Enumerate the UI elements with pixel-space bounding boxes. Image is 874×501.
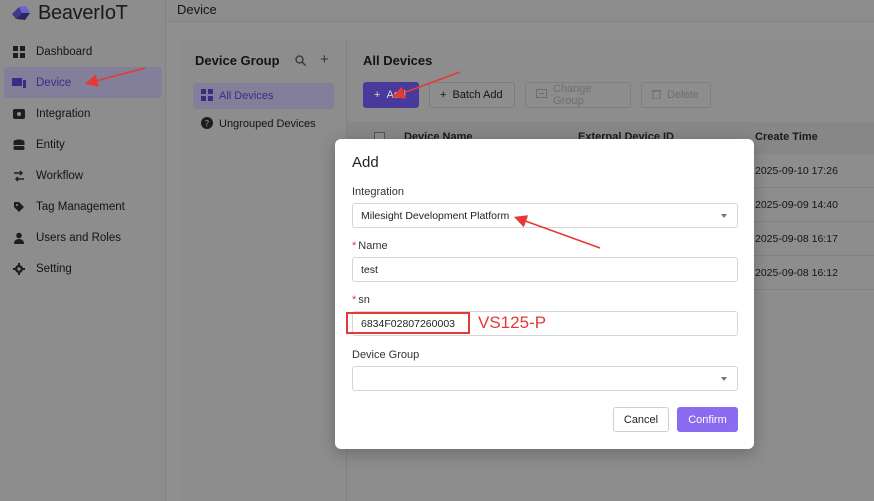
integration-icon: [12, 107, 26, 121]
sidebar: BeaverIoT Dashboard Device Integration E…: [0, 0, 166, 501]
name-value: test: [361, 263, 378, 276]
device-group-label: Device Group: [352, 349, 420, 361]
batch-add-button[interactable]: + Batch Add: [429, 82, 515, 108]
add-button-label: Add: [386, 89, 407, 101]
required-mark: *: [352, 294, 357, 306]
app-name: BeaverIoT: [38, 1, 128, 24]
name-label: * Name: [352, 240, 388, 252]
create-time-cell: 2025-09-10 17:26: [755, 165, 838, 177]
device-group-select[interactable]: [352, 366, 738, 391]
sidebar-item-device[interactable]: Device: [4, 67, 162, 98]
cancel-button[interactable]: Cancel: [613, 407, 669, 432]
sidebar-item-label: Dashboard: [36, 45, 93, 58]
all-devices-title: All Devices: [363, 53, 433, 68]
sidebar-item-label: Tag Management: [36, 200, 125, 213]
annotation-highlight-box: [346, 312, 470, 334]
add-group-icon[interactable]: +: [320, 51, 329, 68]
create-time-cell: 2025-09-08 16:17: [755, 233, 838, 245]
tag-icon: [12, 200, 26, 214]
page-header: Device: [166, 0, 874, 22]
device-group-title: Device Group: [195, 53, 280, 68]
create-time-cell: 2025-09-09 14:40: [755, 199, 838, 211]
sidebar-item-label: Entity: [36, 138, 65, 151]
device-group-panel: Device Group + All Devices ? Ungrouped D…: [181, 40, 347, 501]
svg-text:?: ?: [205, 119, 210, 129]
logo[interactable]: BeaverIoT: [10, 0, 128, 26]
sidebar-item-label: Device: [36, 76, 72, 89]
sidebar-item-workflow[interactable]: Workflow: [4, 160, 162, 191]
change-group-label: Change Group: [553, 83, 592, 107]
sidebar-item-setting[interactable]: Setting: [4, 253, 162, 284]
sn-label-text: sn: [358, 294, 370, 306]
modal-title: Add: [352, 154, 379, 171]
group-item-ungrouped-devices[interactable]: ? Ungrouped Devices: [193, 111, 334, 137]
sidebar-item-tag-management[interactable]: Tag Management: [4, 191, 162, 222]
folder-icon: [536, 89, 547, 101]
plus-icon: +: [374, 89, 381, 101]
name-label-text: Name: [358, 240, 388, 252]
page-title: Device: [177, 2, 217, 17]
name-input[interactable]: test: [352, 257, 738, 282]
sidebar-item-dashboard[interactable]: Dashboard: [4, 36, 162, 67]
annotation-label: VS125-P: [478, 313, 547, 332]
chevron-down-icon: [721, 214, 727, 218]
add-button[interactable]: + Add: [363, 82, 419, 108]
add-device-modal: Add Integration Milesight Development Pl…: [335, 139, 754, 449]
trash-icon: [652, 89, 661, 102]
workflow-icon: [12, 169, 26, 183]
dashboard-icon: [12, 45, 26, 59]
delete-button[interactable]: Delete: [641, 82, 711, 108]
sidebar-item-integration[interactable]: Integration: [4, 98, 162, 129]
create-time-cell: 2025-09-08 16:12: [755, 267, 838, 279]
sn-label: * sn: [352, 294, 370, 306]
grid-icon: [201, 88, 213, 104]
column-create-time[interactable]: Create Time: [755, 131, 818, 143]
gear-icon: [12, 262, 26, 276]
device-icon: [12, 76, 26, 90]
sidebar-item-label: Users and Roles: [36, 231, 122, 244]
sidebar-item-label: Workflow: [36, 169, 84, 182]
sidebar-item-users-and-roles[interactable]: Users and Roles: [4, 222, 162, 253]
user-icon: [12, 231, 26, 245]
sidebar-item-label: Integration: [36, 107, 91, 120]
chevron-down-icon: [721, 377, 727, 381]
group-item-all-devices[interactable]: All Devices: [193, 83, 334, 109]
beaver-logo-icon: [10, 4, 32, 22]
confirm-button[interactable]: Confirm: [677, 407, 738, 432]
sidebar-nav: Dashboard Device Integration Entity Work…: [4, 36, 162, 284]
group-item-label: Ungrouped Devices: [219, 118, 316, 130]
required-mark: *: [352, 240, 357, 252]
search-icon[interactable]: [295, 55, 306, 69]
sidebar-item-label: Setting: [36, 262, 72, 275]
integration-value: Milesight Development Platform: [361, 209, 510, 222]
plus-icon: +: [440, 89, 447, 101]
batch-add-label: Batch Add: [452, 89, 503, 101]
group-item-label: All Devices: [219, 90, 274, 102]
sidebar-item-entity[interactable]: Entity: [4, 129, 162, 160]
entity-icon: [12, 138, 26, 152]
delete-label: Delete: [667, 89, 699, 101]
change-group-button[interactable]: Change Group: [525, 82, 631, 108]
integration-label: Integration: [352, 186, 404, 198]
integration-select[interactable]: Milesight Development Platform: [352, 203, 738, 228]
help-icon: ?: [201, 116, 213, 132]
